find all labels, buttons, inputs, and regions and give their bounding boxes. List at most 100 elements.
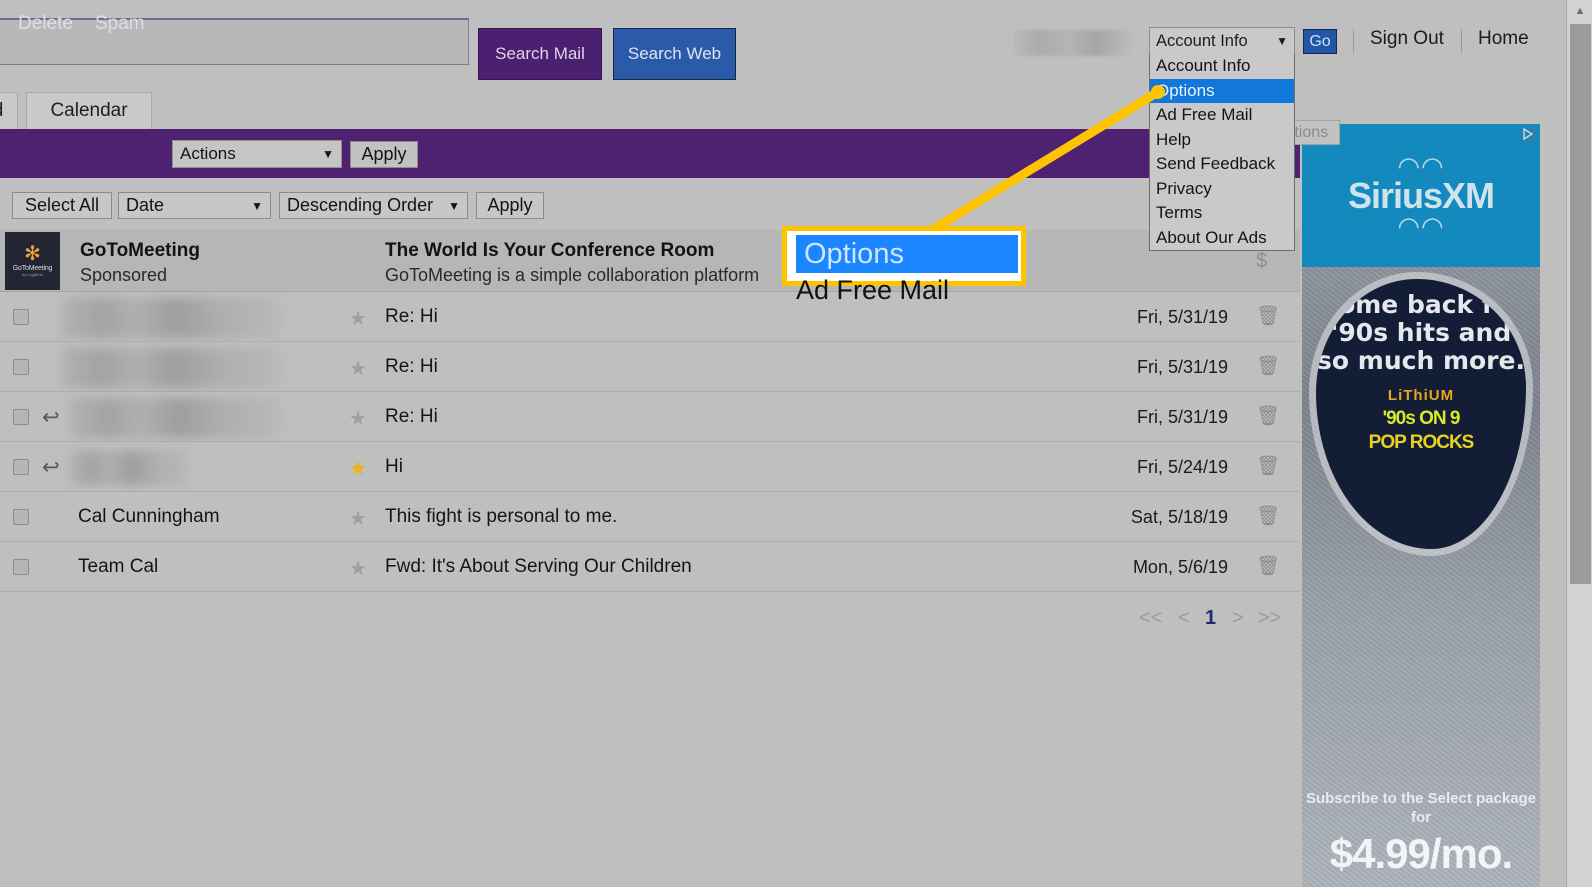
- mail-list: ★ Re: Hi Fri, 5/31/19 🗑 ★ Re: Hi Fri, 5/…: [0, 292, 1300, 592]
- actions-select[interactable]: Actions ▼: [172, 140, 342, 168]
- row-checkbox[interactable]: [13, 359, 29, 375]
- select-all-button[interactable]: Select All: [12, 192, 112, 219]
- dropdown-item-privacy[interactable]: Privacy: [1150, 177, 1294, 202]
- scrollbar-thumb[interactable]: [1570, 24, 1591, 584]
- divider: [1461, 29, 1462, 53]
- dropdown-item-help[interactable]: Help: [1150, 128, 1294, 153]
- ad-channel-lithium: LiThiUM: [1387, 387, 1455, 404]
- tab-calendar[interactable]: Calendar: [26, 92, 152, 129]
- empty-workspace: [0, 643, 1300, 887]
- row-subject: Hi: [385, 456, 403, 477]
- sign-out-link[interactable]: Sign Out: [1370, 28, 1444, 50]
- trash-icon[interactable]: 🗑: [1256, 354, 1280, 378]
- table-row[interactable]: ★ Re: Hi Fri, 5/31/19 🗑: [0, 292, 1300, 342]
- sort-field-label: Date: [126, 195, 165, 215]
- account-menu-select[interactable]: Account Info ▼: [1149, 27, 1295, 55]
- page-prev-button[interactable]: <: [1178, 607, 1190, 630]
- sponsored-description: GoToMeeting is a simple collaboration pl…: [385, 265, 760, 285]
- reply-icon: ↩: [42, 406, 60, 429]
- chevron-down-icon: ▼: [1276, 34, 1288, 48]
- dropdown-item-terms[interactable]: Terms: [1150, 201, 1294, 226]
- divider: [1353, 29, 1354, 53]
- sponsor-name: GoToMeeting: [80, 240, 200, 261]
- advertisement-panel[interactable]: ◠◠ SiriusXM ◠◠ Come back for '90s hits a…: [1302, 124, 1540, 887]
- callout-selected-item: Options: [796, 235, 1018, 273]
- row-checkbox[interactable]: [13, 509, 29, 525]
- page-last-button[interactable]: >>: [1258, 607, 1281, 630]
- signal-waves-icon: ◠◠: [1397, 210, 1445, 241]
- home-link[interactable]: Home: [1478, 28, 1529, 50]
- page-number-current[interactable]: 1: [1205, 607, 1216, 630]
- masked-sender: [62, 348, 280, 388]
- page-gutter: [1540, 0, 1566, 887]
- sort-apply-button[interactable]: Apply: [476, 192, 544, 219]
- star-icon[interactable]: ★: [349, 306, 367, 331]
- masked-sender: [70, 451, 188, 485]
- star-icon[interactable]: ★: [349, 506, 367, 531]
- star-icon[interactable]: ★: [349, 456, 367, 481]
- actions-select-label: Actions: [180, 144, 236, 163]
- masked-sender: [62, 298, 280, 338]
- trash-icon[interactable]: 🗑: [1256, 304, 1280, 328]
- table-row[interactable]: Cal Cunningham ★ This fight is personal …: [0, 492, 1300, 542]
- chevron-down-icon: ▼: [251, 198, 263, 213]
- search-web-button[interactable]: Search Web: [613, 28, 736, 80]
- row-date: Fri, 5/31/19: [1136, 357, 1228, 377]
- sponsored-badge: Sponsored: [80, 265, 168, 285]
- row-date: Fri, 5/31/19: [1136, 307, 1228, 327]
- row-checkbox[interactable]: [13, 459, 29, 475]
- dropdown-item-account-info[interactable]: Account Info: [1150, 54, 1294, 79]
- sponsored-title: The World Is Your Conference Room: [385, 240, 715, 261]
- sponsored-row[interactable]: ✻ GoToMeeting by LogMeIn GoToMeeting Spo…: [0, 230, 1300, 292]
- row-checkbox[interactable]: [13, 409, 29, 425]
- table-row[interactable]: ↩ ★ Hi Fri, 5/24/19 🗑: [0, 442, 1300, 492]
- account-dropdown-menu[interactable]: Account Info Options Ad Free Mail Help S…: [1149, 54, 1295, 251]
- dollar-icon: $: [1256, 250, 1268, 272]
- table-row[interactable]: ↩ ★ Re: Hi Fri, 5/31/19 🗑: [0, 392, 1300, 442]
- ad-choices-icon[interactable]: [1521, 127, 1536, 141]
- chevron-down-icon: ▼: [322, 147, 334, 161]
- vertical-scrollbar[interactable]: ▲: [1566, 0, 1592, 887]
- ad-price: $4.99/mo.: [1329, 830, 1513, 877]
- row-checkbox[interactable]: [13, 559, 29, 575]
- pagination: << < 1 > >>: [0, 597, 1300, 643]
- masked-sender: [70, 398, 280, 438]
- reply-icon: ↩: [42, 456, 60, 479]
- trash-icon[interactable]: 🗑: [1256, 454, 1280, 478]
- ad-channel-90s-on-9: '90s ON 9: [1382, 408, 1461, 429]
- page-next-button[interactable]: >: [1232, 607, 1244, 630]
- row-subject: This fight is personal to me.: [385, 506, 618, 527]
- table-row[interactable]: ★ Re: Hi Fri, 5/31/19 🗑: [0, 342, 1300, 392]
- flower-icon: ✻: [24, 243, 41, 265]
- star-icon[interactable]: ★: [349, 406, 367, 431]
- page-first-button[interactable]: <<: [1139, 607, 1162, 630]
- table-row[interactable]: Team Cal ★ Fwd: It's About Serving Our C…: [0, 542, 1300, 592]
- row-date: Fri, 5/31/19: [1136, 407, 1228, 427]
- dropdown-item-send-feedback[interactable]: Send Feedback: [1150, 152, 1294, 177]
- gotomeeting-byline: by LogMeIn: [22, 272, 43, 277]
- search-mail-button[interactable]: Search Mail: [478, 28, 602, 80]
- go-button[interactable]: Go: [1303, 29, 1337, 54]
- actions-apply-button[interactable]: Apply: [350, 141, 418, 168]
- sort-order-select[interactable]: Descending Order ▼: [279, 192, 468, 219]
- sort-field-select[interactable]: Date ▼: [118, 192, 271, 219]
- trash-icon[interactable]: 🗑: [1256, 404, 1280, 428]
- dropdown-item-options[interactable]: Options: [1150, 78, 1294, 103]
- scroll-up-arrow-icon[interactable]: ▲: [1567, 0, 1592, 22]
- ad-brand-banner: ◠◠ SiriusXM ◠◠: [1302, 124, 1540, 267]
- account-menu-selected-label: Account Info: [1156, 31, 1248, 50]
- tab-mail-partial[interactable]: d: [0, 92, 18, 129]
- row-checkbox[interactable]: [13, 309, 29, 325]
- spam-button[interactable]: Spam: [95, 13, 145, 35]
- trash-icon[interactable]: 🗑: [1256, 504, 1280, 528]
- callout-next-item: Ad Free Mail: [796, 275, 950, 305]
- dropdown-item-ad-free-mail[interactable]: Ad Free Mail: [1150, 103, 1294, 128]
- trash-icon[interactable]: 🗑: [1256, 554, 1280, 578]
- star-icon[interactable]: ★: [349, 556, 367, 581]
- mail-app-window: Search Mail Search Web Account Info ▼ Go…: [0, 0, 1592, 887]
- star-icon[interactable]: ★: [349, 356, 367, 381]
- delete-button[interactable]: Delete: [18, 13, 73, 35]
- dropdown-item-about-our-ads[interactable]: About Our Ads: [1150, 226, 1294, 251]
- ad-channel-pop-rocks: POP ROCKS: [1368, 432, 1475, 453]
- row-sender: Team Cal: [78, 556, 159, 577]
